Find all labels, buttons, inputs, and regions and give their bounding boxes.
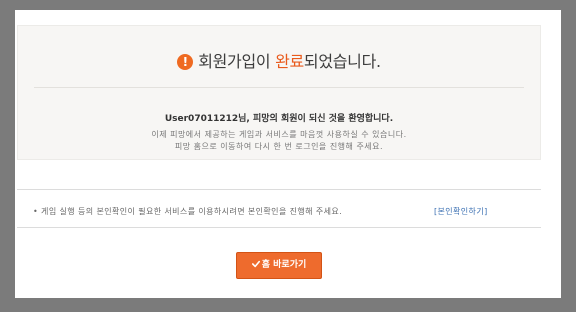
go-home-button[interactable]: 홈 바로가기 bbox=[236, 252, 322, 279]
check-icon bbox=[251, 260, 260, 268]
info-text: 이제 피망에서 제공하는 게임과 서비스를 마음껏 사용하실 수 있습니다. 피… bbox=[18, 129, 540, 153]
title-prefix: 회원가입이 bbox=[198, 52, 276, 71]
title-divider bbox=[34, 87, 524, 88]
identity-verification-link[interactable]: [본인확인하기] bbox=[434, 206, 488, 217]
title-accent: 완료 bbox=[275, 52, 304, 71]
completion-notice-box: ! 회원가입이 완료되었습니다. User07011212님, 피망의 회원이 되… bbox=[17, 25, 541, 160]
divider-bottom bbox=[17, 227, 541, 228]
info-line-1: 이제 피망에서 제공하는 게임과 서비스를 마음껏 사용하실 수 있습니다. bbox=[151, 130, 407, 139]
completion-title: ! 회원가입이 완료되었습니다. bbox=[18, 48, 540, 72]
exclamation-circle-icon: ! bbox=[177, 54, 194, 70]
identity-verification-notice: • 게임 실행 등의 본인확인이 필요한 서비스를 이용하시려면 본인확인을 진… bbox=[33, 207, 343, 216]
info-line-2: 피망 홈으로 이동하여 다시 한 번 로그인을 진행해 주세요. bbox=[174, 142, 384, 151]
title-suffix: 되었습니다. bbox=[303, 52, 381, 71]
welcome-message: User07011212님, 피망의 회원이 되신 것을 환영합니다. bbox=[164, 114, 394, 124]
go-home-label: 홈 바로가기 bbox=[261, 260, 307, 270]
signup-complete-panel: ! 회원가입이 완료되었습니다. User07011212님, 피망의 회원이 되… bbox=[15, 10, 561, 298]
divider-top bbox=[17, 189, 541, 190]
